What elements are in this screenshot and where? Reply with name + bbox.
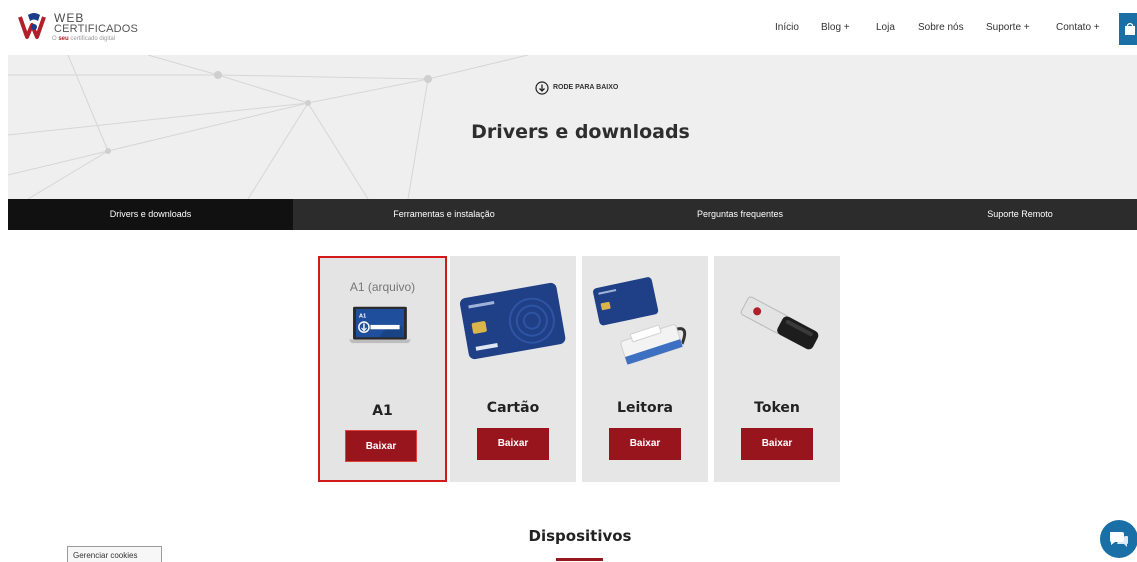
smart-card-icon (459, 282, 566, 360)
tab-drivers-downloads[interactable]: Drivers e downloads (8, 199, 293, 230)
page-title: Drivers e downloads (471, 121, 690, 143)
section-divider (556, 558, 603, 561)
download-card-cartao[interactable]: Cartão Baixar (450, 256, 576, 482)
shopping-bag-icon (1125, 23, 1135, 35)
card-title: Token (754, 400, 800, 416)
download-card-token[interactable]: Token Baixar (714, 256, 840, 482)
hero-banner: RODE PARA BAIXO Drivers e downloads (8, 55, 1137, 199)
download-button[interactable]: Baixar (741, 428, 813, 460)
logo-tagline: O seu certificado digital (52, 36, 116, 42)
nav-item-blog[interactable]: Blog + (821, 22, 850, 33)
nav-item-sobre-nos[interactable]: Sobre nós (918, 22, 964, 33)
tab-ferramentas-instalacao[interactable]: Ferramentas e instalação (293, 199, 595, 230)
card-title: Cartão (486, 400, 540, 416)
arrow-down-circle-icon (535, 81, 549, 95)
logo-text-certificados: CERTIFICADOS (54, 23, 139, 35)
nav-item-loja[interactable]: Loja (876, 22, 895, 33)
card-image-badge: A1 (359, 314, 367, 320)
card-image-caption: A1 (arquivo) (349, 280, 416, 294)
site-header: WEB CERTIFICADOS O seu certificado digit… (0, 0, 1137, 55)
manage-cookies-button[interactable]: Gerenciar cookies (67, 546, 162, 562)
tab-suporte-remoto[interactable]: Suporte Remoto (885, 199, 1137, 230)
download-card-a1[interactable]: A1 (arquivo) A1 A1 Baixar (318, 256, 447, 482)
usb-token-icon (740, 296, 819, 350)
card-title: Leitora (617, 400, 673, 416)
card-title: A1 (372, 403, 393, 419)
laptop-download-icon: A1 (348, 306, 412, 344)
tab-perguntas-frequentes[interactable]: Perguntas frequentes (595, 199, 885, 230)
download-card-leitora[interactable]: Leitora Baixar (582, 256, 708, 482)
scroll-cue-label: RODE PARA BAIXO (553, 84, 619, 91)
chat-button[interactable] (1100, 520, 1137, 558)
download-button[interactable]: Baixar (609, 428, 681, 460)
site-logo[interactable]: WEB CERTIFICADOS O seu certificado digit… (18, 8, 143, 48)
section-tabs: Drivers e downloads Ferramentas e instal… (8, 199, 1137, 230)
nav-item-inicio[interactable]: Início (775, 22, 799, 33)
section-title: Dispositivos (528, 527, 632, 545)
logo-mark-icon (18, 13, 46, 39)
download-button[interactable]: Baixar (345, 430, 417, 462)
nav-item-suporte[interactable]: Suporte + (986, 22, 1030, 33)
cart-button[interactable] (1119, 13, 1137, 45)
nav-item-contato[interactable]: Contato + (1056, 22, 1100, 33)
card-reader-icon (593, 277, 687, 365)
chat-bubble-icon (1110, 532, 1128, 547)
download-button[interactable]: Baixar (477, 428, 549, 460)
